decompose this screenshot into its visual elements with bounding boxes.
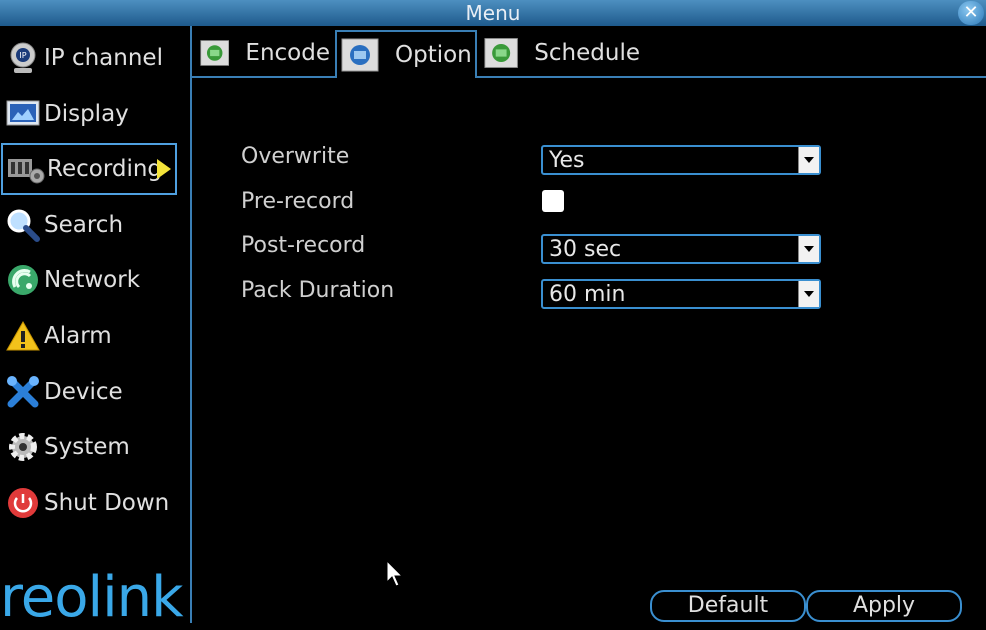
window-title: Menu — [465, 1, 521, 25]
overwrite-select[interactable]: Yes — [541, 145, 821, 175]
prerecord-checkbox[interactable] — [542, 190, 564, 212]
apply-button[interactable]: Apply — [806, 590, 962, 622]
tab-label: Encode — [245, 40, 330, 66]
pack-duration-label: Pack Duration — [241, 278, 395, 303]
sidebar-divider — [190, 26, 192, 623]
tab-option[interactable]: Option — [335, 30, 477, 78]
sidebar-item-label: System — [44, 434, 130, 460]
sidebar-item-label: Display — [44, 101, 129, 127]
overwrite-label: Overwrite — [241, 144, 350, 169]
default-button[interactable]: Default — [650, 590, 806, 622]
chevron-down-icon[interactable] — [798, 281, 819, 307]
sidebar-item-label: Network — [44, 267, 141, 293]
network-icon — [4, 261, 42, 299]
sidebar-item-system[interactable]: System — [0, 421, 176, 473]
sidebar-item-shut-down[interactable]: Shut Down — [0, 477, 176, 529]
encode-icon — [200, 40, 230, 66]
power-icon — [4, 484, 42, 522]
tab-label: Option — [395, 42, 472, 68]
active-arrow-icon — [157, 159, 171, 179]
sidebar-item-label: Alarm — [44, 323, 112, 349]
pack-duration-select[interactable]: 60 min — [541, 279, 821, 309]
sidebar-item-network[interactable]: Network — [0, 254, 176, 306]
overwrite-value: Yes — [549, 148, 585, 173]
search-icon — [4, 206, 42, 244]
gear-icon — [4, 428, 42, 466]
close-icon[interactable]: ✕ — [958, 1, 984, 25]
reolink-logo: reolink — [0, 565, 184, 630]
sidebar-item-display[interactable]: Display — [0, 88, 176, 140]
postrecord-value: 30 sec — [549, 237, 622, 262]
sidebar-item-device[interactable]: Device — [0, 366, 176, 418]
mouse-cursor-icon — [386, 560, 404, 587]
sidebar-item-label: Recording — [47, 156, 163, 182]
pack-duration-value: 60 min — [549, 282, 626, 307]
title-bar: Menu ✕ — [0, 0, 986, 26]
schedule-icon — [484, 38, 518, 68]
sidebar-item-ip-channel[interactable]: IP IP channel — [0, 32, 176, 84]
sidebar-item-label: Search — [44, 212, 124, 238]
sidebar-item-recording[interactable]: Recording — [1, 143, 177, 195]
sidebar-item-label: IP channel — [44, 45, 163, 71]
tab-label: Schedule — [534, 40, 640, 66]
tab-schedule[interactable]: Schedule — [480, 30, 640, 76]
chevron-down-icon[interactable] — [798, 147, 819, 173]
recording-icon — [7, 150, 45, 188]
sidebar-item-search[interactable]: Search — [0, 199, 176, 251]
prerecord-label: Pre-record — [241, 189, 355, 214]
display-icon — [4, 95, 42, 133]
option-icon — [341, 38, 379, 72]
ip-camera-icon: IP — [4, 39, 42, 77]
sidebar-item-alarm[interactable]: Alarm — [0, 310, 176, 362]
tab-bar: Encode Option Schedule — [192, 26, 986, 78]
device-icon — [4, 373, 42, 411]
sidebar-item-label: Device — [44, 379, 123, 405]
chevron-down-icon[interactable] — [798, 236, 819, 262]
svg-text:IP: IP — [19, 51, 26, 60]
tab-underline — [192, 76, 986, 78]
sidebar-item-label: Shut Down — [44, 490, 170, 516]
alarm-icon — [4, 317, 42, 355]
postrecord-select[interactable]: 30 sec — [541, 234, 821, 264]
postrecord-label: Post-record — [241, 233, 366, 258]
sidebar: IP IP channel Display Recording Search N… — [0, 26, 190, 628]
tab-encode[interactable]: Encode — [196, 30, 330, 76]
